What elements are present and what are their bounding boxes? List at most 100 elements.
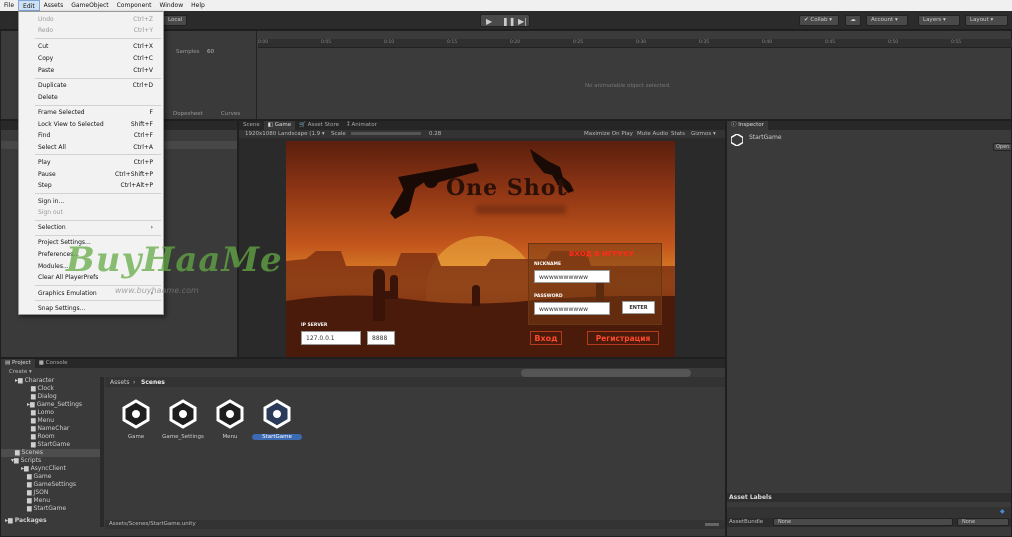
scene-asset-selected[interactable]: StartGame	[252, 399, 302, 440]
menu-item-sign-out[interactable]: Sign out	[19, 207, 163, 218]
menu-gameobject[interactable]: GameObject	[67, 0, 112, 11]
menu-item-redo[interactable]: Redo Ctrl+Y	[19, 25, 163, 36]
tab-animator[interactable]: ⁑ Animator	[343, 121, 381, 130]
menu-item-duplicate[interactable]: Duplicate Ctrl+D	[19, 80, 163, 91]
tab-inspector[interactable]: ⓘ Inspector	[727, 121, 768, 130]
menu-component[interactable]: Component	[113, 0, 156, 11]
mute-audio-toggle[interactable]: Mute Audio	[637, 131, 668, 137]
tree-item[interactable]: ▆ GameSettings	[27, 481, 76, 489]
cloud-icon[interactable]: ☁	[845, 15, 861, 26]
samples-value[interactable]: 60	[207, 49, 214, 55]
tree-item[interactable]: ▆ Room	[31, 433, 55, 441]
tree-item[interactable]: ▆ Menu	[27, 497, 50, 505]
pivot-local-button[interactable]: Local	[163, 15, 187, 26]
scene-asset[interactable]: Menu	[205, 399, 255, 440]
step-icon[interactable]: ▶|	[518, 17, 527, 26]
asset-label: Menu	[222, 434, 238, 440]
menu-item-paste[interactable]: Paste Ctrl+V	[19, 65, 163, 76]
tree-item[interactable]: ▆ Menu	[31, 417, 54, 425]
login-button[interactable]: Вход	[530, 331, 562, 345]
menu-item-selection[interactable]: Selection ›	[19, 222, 163, 233]
folder-icon: ▆	[27, 481, 32, 488]
menu-shortcut: Ctrl+C	[133, 55, 153, 62]
tree-item[interactable]: ▆ StartGame	[31, 441, 70, 449]
gizmos-dropdown[interactable]: Gizmos ▾	[691, 131, 716, 137]
register-button[interactable]: Регистрация	[587, 331, 659, 345]
stats-toggle[interactable]: Stats	[671, 131, 685, 137]
menu-shortcut: Ctrl+V	[133, 67, 153, 74]
layers-dropdown[interactable]: Layers ▾	[918, 15, 960, 26]
tree-item[interactable]: ▆ Clock	[31, 385, 54, 393]
unity-scene-icon	[169, 399, 197, 429]
tree-item[interactable]: ▆ Dialog	[31, 393, 57, 401]
port-input[interactable]: 8888	[367, 331, 395, 345]
breadcrumb-leaf[interactable]: Scenes	[141, 379, 165, 386]
tree-item[interactable]: ▸▆ Packages	[5, 517, 47, 525]
menu-item-snap-settings[interactable]: Snap Settings...	[19, 303, 163, 314]
scene-asset[interactable]: Game	[111, 399, 161, 440]
menu-item-select-all[interactable]: Select All Ctrl+A	[19, 142, 163, 153]
tree-item[interactable]: ▾▆ Scripts	[11, 457, 41, 465]
enter-button[interactable]: ENTER	[622, 301, 655, 314]
scale-slider[interactable]	[351, 132, 421, 135]
open-button[interactable]: Open	[993, 143, 1012, 151]
menu-item-delete[interactable]: Delete	[19, 92, 163, 103]
assetbundle-dropdown[interactable]: None	[773, 518, 953, 526]
tick-label: 0:35	[699, 40, 710, 45]
menu-separator	[35, 105, 161, 106]
assetbundle-variant-dropdown[interactable]: None	[957, 518, 1009, 526]
menu-item-cut[interactable]: Cut Ctrl+X	[19, 41, 163, 52]
timeline-ruler[interactable]: 0:00 0:05 0:10 0:15 0:20 0:25 0:30 0:35 …	[258, 39, 1012, 48]
menu-edit[interactable]: Edit	[18, 0, 40, 11]
menu-item-find[interactable]: Find Ctrl+F	[19, 130, 163, 141]
tab-asset-store[interactable]: 🛒 Asset Store	[295, 121, 343, 130]
tree-item[interactable]: ▆ StartGame	[27, 505, 66, 513]
tab-game[interactable]: ◧ Game	[263, 121, 296, 130]
tree-item[interactable]: ▆ Lomo	[31, 409, 54, 417]
menu-help[interactable]: Help	[187, 0, 209, 11]
tab-scene[interactable]: Scene	[239, 121, 264, 130]
curves-tab[interactable]: Curves	[221, 111, 240, 117]
menu-item-play[interactable]: Play Ctrl+P	[19, 157, 163, 168]
collab-button[interactable]: ✔ Collab ▾	[799, 15, 839, 26]
game-title: One Shot	[446, 175, 568, 201]
resolution-dropdown[interactable]: 1920x1080 Landscape (1.9 ▾	[245, 131, 325, 137]
menu-item-undo[interactable]: Undo Ctrl+Z	[19, 14, 163, 25]
layout-dropdown[interactable]: Layout ▾	[965, 15, 1008, 26]
menu-file[interactable]: File	[0, 0, 18, 11]
tree-item-selected[interactable]: ▆ Scenes	[1, 449, 101, 457]
maximize-on-play-toggle[interactable]: Maximize On Play	[584, 131, 633, 137]
create-dropdown[interactable]: Create ▾	[9, 369, 32, 375]
play-icon[interactable]: ▶	[486, 17, 492, 26]
tree-item[interactable]: ▆ JSON	[27, 489, 48, 497]
ip-input[interactable]: 127.0.0.1	[301, 331, 361, 345]
tree-item[interactable]: ▆ Game	[27, 473, 51, 481]
menu-window[interactable]: Window	[155, 0, 187, 11]
menu-item-copy[interactable]: Copy Ctrl+C	[19, 53, 163, 64]
game-viewport[interactable]: One Shot ВХОД В ИГРУХУ NICKNAME wwwwwwww…	[286, 141, 675, 357]
icon-size-slider[interactable]	[705, 523, 719, 526]
tree-item[interactable]: ▸▆ Game_Settings	[27, 401, 82, 409]
tree-item[interactable]: ▸▆ AsyncClient	[21, 465, 66, 473]
tag-icon[interactable]: ◆	[1000, 508, 1005, 515]
password-input[interactable]: wwwwwwwwww	[534, 302, 610, 315]
menu-item-step[interactable]: Step Ctrl+Alt+P	[19, 180, 163, 191]
tab-project[interactable]: ▤ Project	[1, 359, 35, 368]
pause-icon[interactable]: ❚❚	[502, 17, 515, 26]
menu-item-lock-view[interactable]: Lock View to Selected Shift+F	[19, 119, 163, 130]
menu-assets[interactable]: Assets	[40, 0, 68, 11]
tree-scrollbar[interactable]	[100, 377, 104, 527]
menu-item-frame-selected[interactable]: Frame Selected F	[19, 107, 163, 118]
tab-console[interactable]: ■ Console	[35, 359, 72, 368]
menu-item-label: Frame Selected	[38, 109, 85, 116]
scene-asset[interactable]: Game_Settings	[158, 399, 208, 440]
dopesheet-tab[interactable]: Dopesheet	[173, 111, 203, 117]
tree-item[interactable]: ▆ NameChar	[31, 425, 69, 433]
tree-item[interactable]: ▸▆ Character	[15, 377, 54, 385]
project-search-input[interactable]	[521, 369, 691, 377]
menu-item-pause[interactable]: Pause Ctrl+Shift+P	[19, 169, 163, 180]
account-dropdown[interactable]: Account ▾	[866, 15, 908, 26]
breadcrumb-root[interactable]: Assets	[110, 379, 130, 386]
menu-item-sign-in[interactable]: Sign in...	[19, 196, 163, 207]
nickname-input[interactable]: wwwwwwwwww	[534, 270, 610, 283]
